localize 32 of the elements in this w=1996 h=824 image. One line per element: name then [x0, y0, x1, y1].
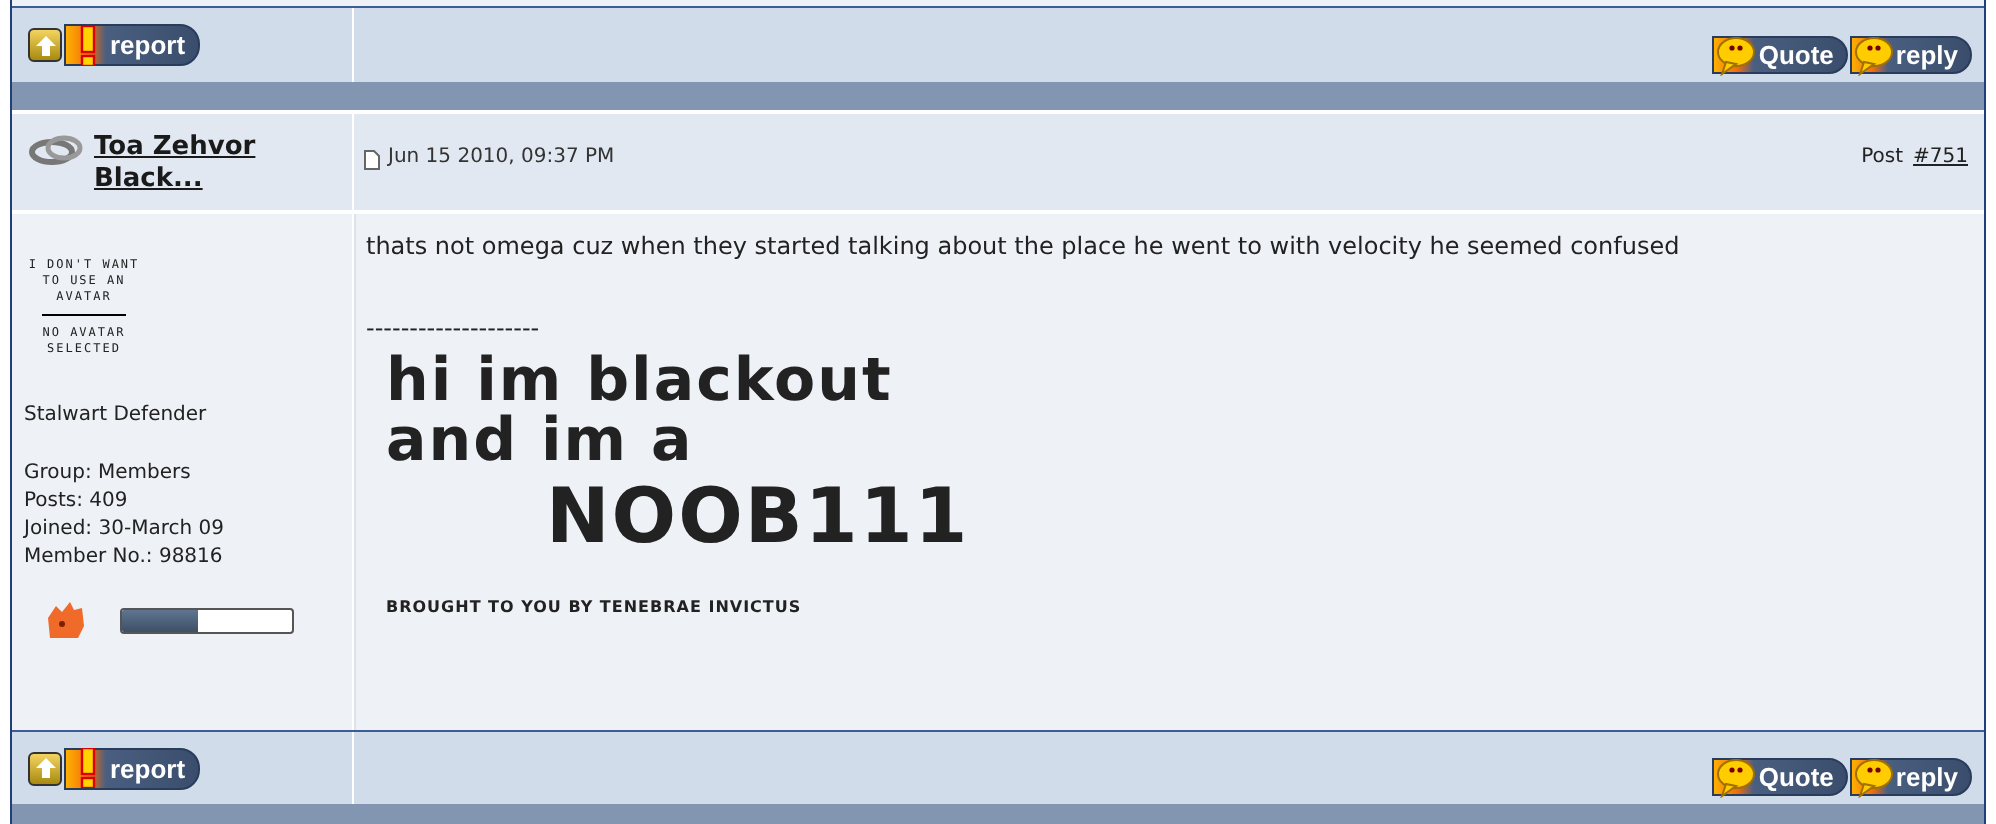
post-label: Post: [1861, 146, 1904, 168]
report-button[interactable]: report: [64, 747, 200, 789]
signature-text: NOOB111: [544, 472, 970, 560]
quote-button[interactable]: Quote: [1712, 758, 1848, 796]
reply-button[interactable]: reply: [1849, 758, 1972, 796]
speech-bubble-icon: [1851, 35, 1896, 75]
post-text: thats not omega cuz when they started talking about the place he went to with velocity he seemed confused: [366, 232, 1680, 260]
author-link[interactable]: Toa Zehvor Black...: [28, 132, 272, 196]
report-button[interactable]: report: [64, 24, 200, 66]
signature-text: and im a: [386, 412, 696, 472]
member-rank: Stalwart Defender: [24, 404, 207, 426]
member-detail: Posts: 409: [24, 488, 130, 516]
document-icon: [364, 150, 380, 170]
reply-button[interactable]: reply: [1849, 36, 1972, 74]
up-arrow-icon: [31, 754, 59, 782]
offline-icon: [28, 134, 88, 166]
signature-separator: --------------------: [366, 314, 540, 342]
speech-bubble-icon: [1714, 757, 1759, 797]
scroll-top-button[interactable]: [28, 751, 62, 785]
member-detail: Member No.: 98816: [24, 544, 224, 572]
creature-icon: [44, 598, 88, 642]
up-arrow-icon: [31, 31, 59, 59]
member-detail: Joined: 30-March 09: [24, 516, 224, 544]
speech-bubble-icon: [1714, 35, 1759, 75]
signature-credit: BROUGHT TO YOU BY TENEBRAE INVICTUS: [384, 598, 802, 616]
member-detail: Group: Members: [24, 460, 193, 488]
post-date: Jun 15 2010, 09:37 PM: [388, 146, 617, 168]
speech-bubble-icon: [1851, 757, 1896, 797]
signature-text: hi im blackout: [386, 352, 895, 412]
quote-button[interactable]: Quote: [1712, 36, 1848, 74]
scroll-top-button[interactable]: [28, 28, 62, 62]
post-number-link[interactable]: #751: [1913, 146, 1968, 168]
